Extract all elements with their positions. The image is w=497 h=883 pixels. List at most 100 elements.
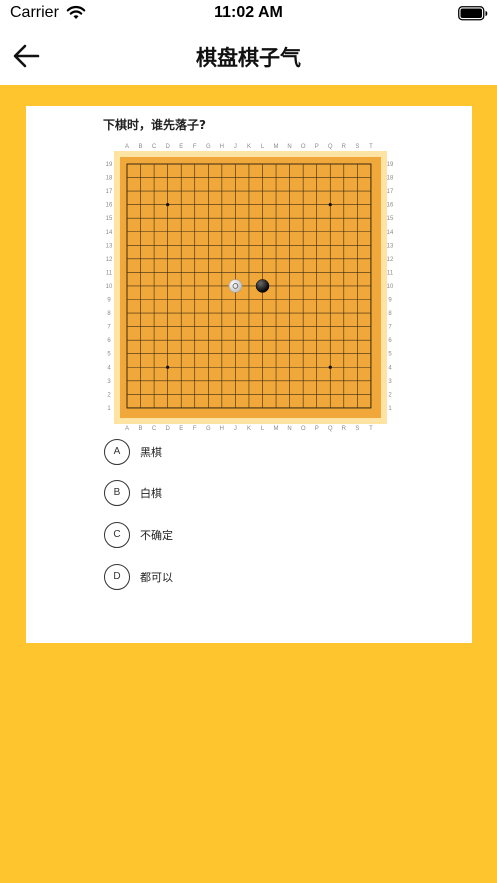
go-board: A A B B C C D D E E F F G G H H J J K K L L M M N N O O P P Q Q R R S S T T 19…	[103, 141, 408, 437]
row-label-right: 12	[387, 257, 394, 263]
star-point	[328, 365, 332, 369]
battery-icon	[458, 6, 488, 21]
column-label-bottom: D	[165, 426, 170, 432]
column-label-bottom: Q	[328, 426, 333, 432]
column-label-top: T	[369, 144, 373, 150]
column-label-top: C	[152, 144, 157, 150]
column-label-top: J	[234, 144, 237, 150]
column-label-bottom: O	[301, 426, 306, 432]
row-label-right: 13	[387, 243, 394, 249]
row-label-right: 3	[388, 379, 392, 385]
row-label-right: 19	[387, 162, 394, 168]
row-label-right: 6	[388, 338, 392, 344]
white-stone	[228, 279, 243, 293]
column-label-top: N	[287, 144, 291, 150]
row-label-right: 18	[387, 176, 394, 182]
column-label-top: B	[139, 144, 143, 150]
black-stone	[255, 279, 270, 293]
row-label-right: 9	[388, 298, 392, 304]
column-label-top: O	[301, 144, 306, 150]
column-label-bottom: J	[234, 426, 237, 432]
column-label-top: A	[125, 144, 129, 150]
row-label-right: 15	[387, 216, 394, 222]
option-a-letter: A	[104, 439, 130, 465]
option-a-text: 黑棋	[140, 446, 162, 459]
row-label-right: 4	[388, 365, 392, 371]
option-b-letter: B	[104, 480, 130, 506]
row-label-right: 5	[388, 352, 392, 358]
row-label-left: 14	[106, 230, 113, 236]
column-label-bottom: B	[139, 426, 143, 432]
row-label-left: 19	[106, 162, 113, 168]
column-label-bottom: A	[125, 426, 129, 432]
column-label-top: L	[261, 144, 265, 150]
row-label-right: 7	[388, 325, 392, 331]
option-c-text: 不确定	[140, 529, 173, 542]
column-label-bottom: N	[287, 426, 291, 432]
column-label-top: D	[165, 144, 170, 150]
row-label-left: 1	[107, 406, 111, 412]
status-bar: Carrier 11:02 AM	[0, 0, 497, 28]
row-label-right: 1	[388, 406, 392, 412]
option-d-text: 都可以	[140, 571, 173, 584]
column-label-top: K	[247, 144, 251, 150]
column-label-bottom: G	[206, 426, 211, 432]
column-label-top: H	[220, 144, 224, 150]
column-label-top: M	[274, 144, 279, 150]
column-label-bottom: E	[179, 426, 183, 432]
column-label-top: Q	[328, 144, 333, 150]
row-label-left: 13	[106, 243, 113, 249]
row-label-right: 17	[387, 189, 394, 195]
star-point	[328, 203, 332, 207]
row-label-left: 8	[107, 311, 111, 317]
column-label-top: F	[193, 144, 197, 150]
question-text: 下棋时，谁先落子?	[103, 118, 206, 132]
column-label-bottom: R	[342, 426, 347, 432]
option-d[interactable]: D 都可以	[104, 564, 304, 590]
row-label-left: 6	[107, 338, 111, 344]
row-label-right: 16	[387, 203, 394, 209]
row-label-left: 7	[107, 325, 111, 331]
row-label-right: 11	[387, 270, 394, 276]
row-label-left: 15	[106, 216, 113, 222]
column-label-bottom: K	[247, 426, 251, 432]
row-label-right: 10	[387, 284, 394, 290]
row-label-left: 2	[107, 392, 111, 398]
column-label-top: P	[315, 144, 319, 150]
column-label-top: S	[355, 144, 359, 150]
column-label-bottom: F	[193, 426, 197, 432]
row-label-left: 16	[106, 203, 113, 209]
option-c[interactable]: C 不确定	[104, 522, 304, 548]
question-card: 下棋时，谁先落子? AABBCCDDEEFFGGHHJJKKLLMMNNOOPP…	[26, 106, 472, 643]
column-label-bottom: S	[355, 426, 359, 432]
row-label-right: 2	[388, 392, 392, 398]
row-label-left: 10	[106, 284, 113, 290]
option-d-letter: D	[104, 564, 130, 590]
row-label-left: 18	[106, 176, 113, 182]
column-label-bottom: T	[369, 426, 373, 432]
row-label-left: 17	[106, 189, 113, 195]
star-point	[166, 203, 170, 207]
column-label-bottom: M	[274, 426, 279, 432]
column-label-bottom: H	[220, 426, 224, 432]
option-a[interactable]: A 黑棋	[104, 439, 304, 465]
column-label-top: E	[179, 144, 183, 150]
row-label-left: 5	[107, 352, 111, 358]
column-label-bottom: L	[261, 426, 265, 432]
page-title: 棋盘棋子气	[196, 46, 301, 70]
row-label-left: 11	[106, 270, 113, 276]
option-b[interactable]: B 白棋	[104, 480, 304, 506]
column-label-bottom: C	[152, 426, 157, 432]
row-label-left: 12	[106, 257, 113, 263]
row-label-right: 14	[387, 230, 394, 236]
go-board-svg: AABBCCDDEEFFGGHHJJKKLLMMNNOOPPQQRRSSTT19…	[106, 144, 394, 432]
option-b-text: 白棋	[140, 487, 162, 500]
clock: 11:02 AM	[214, 4, 283, 21]
nav-bar: 棋盘棋子气	[0, 28, 497, 85]
row-label-left: 4	[107, 365, 111, 371]
option-c-letter: C	[104, 522, 130, 548]
board-surface	[120, 157, 381, 418]
row-label-right: 8	[388, 311, 392, 317]
row-label-left: 9	[107, 298, 111, 304]
star-point	[166, 365, 170, 369]
